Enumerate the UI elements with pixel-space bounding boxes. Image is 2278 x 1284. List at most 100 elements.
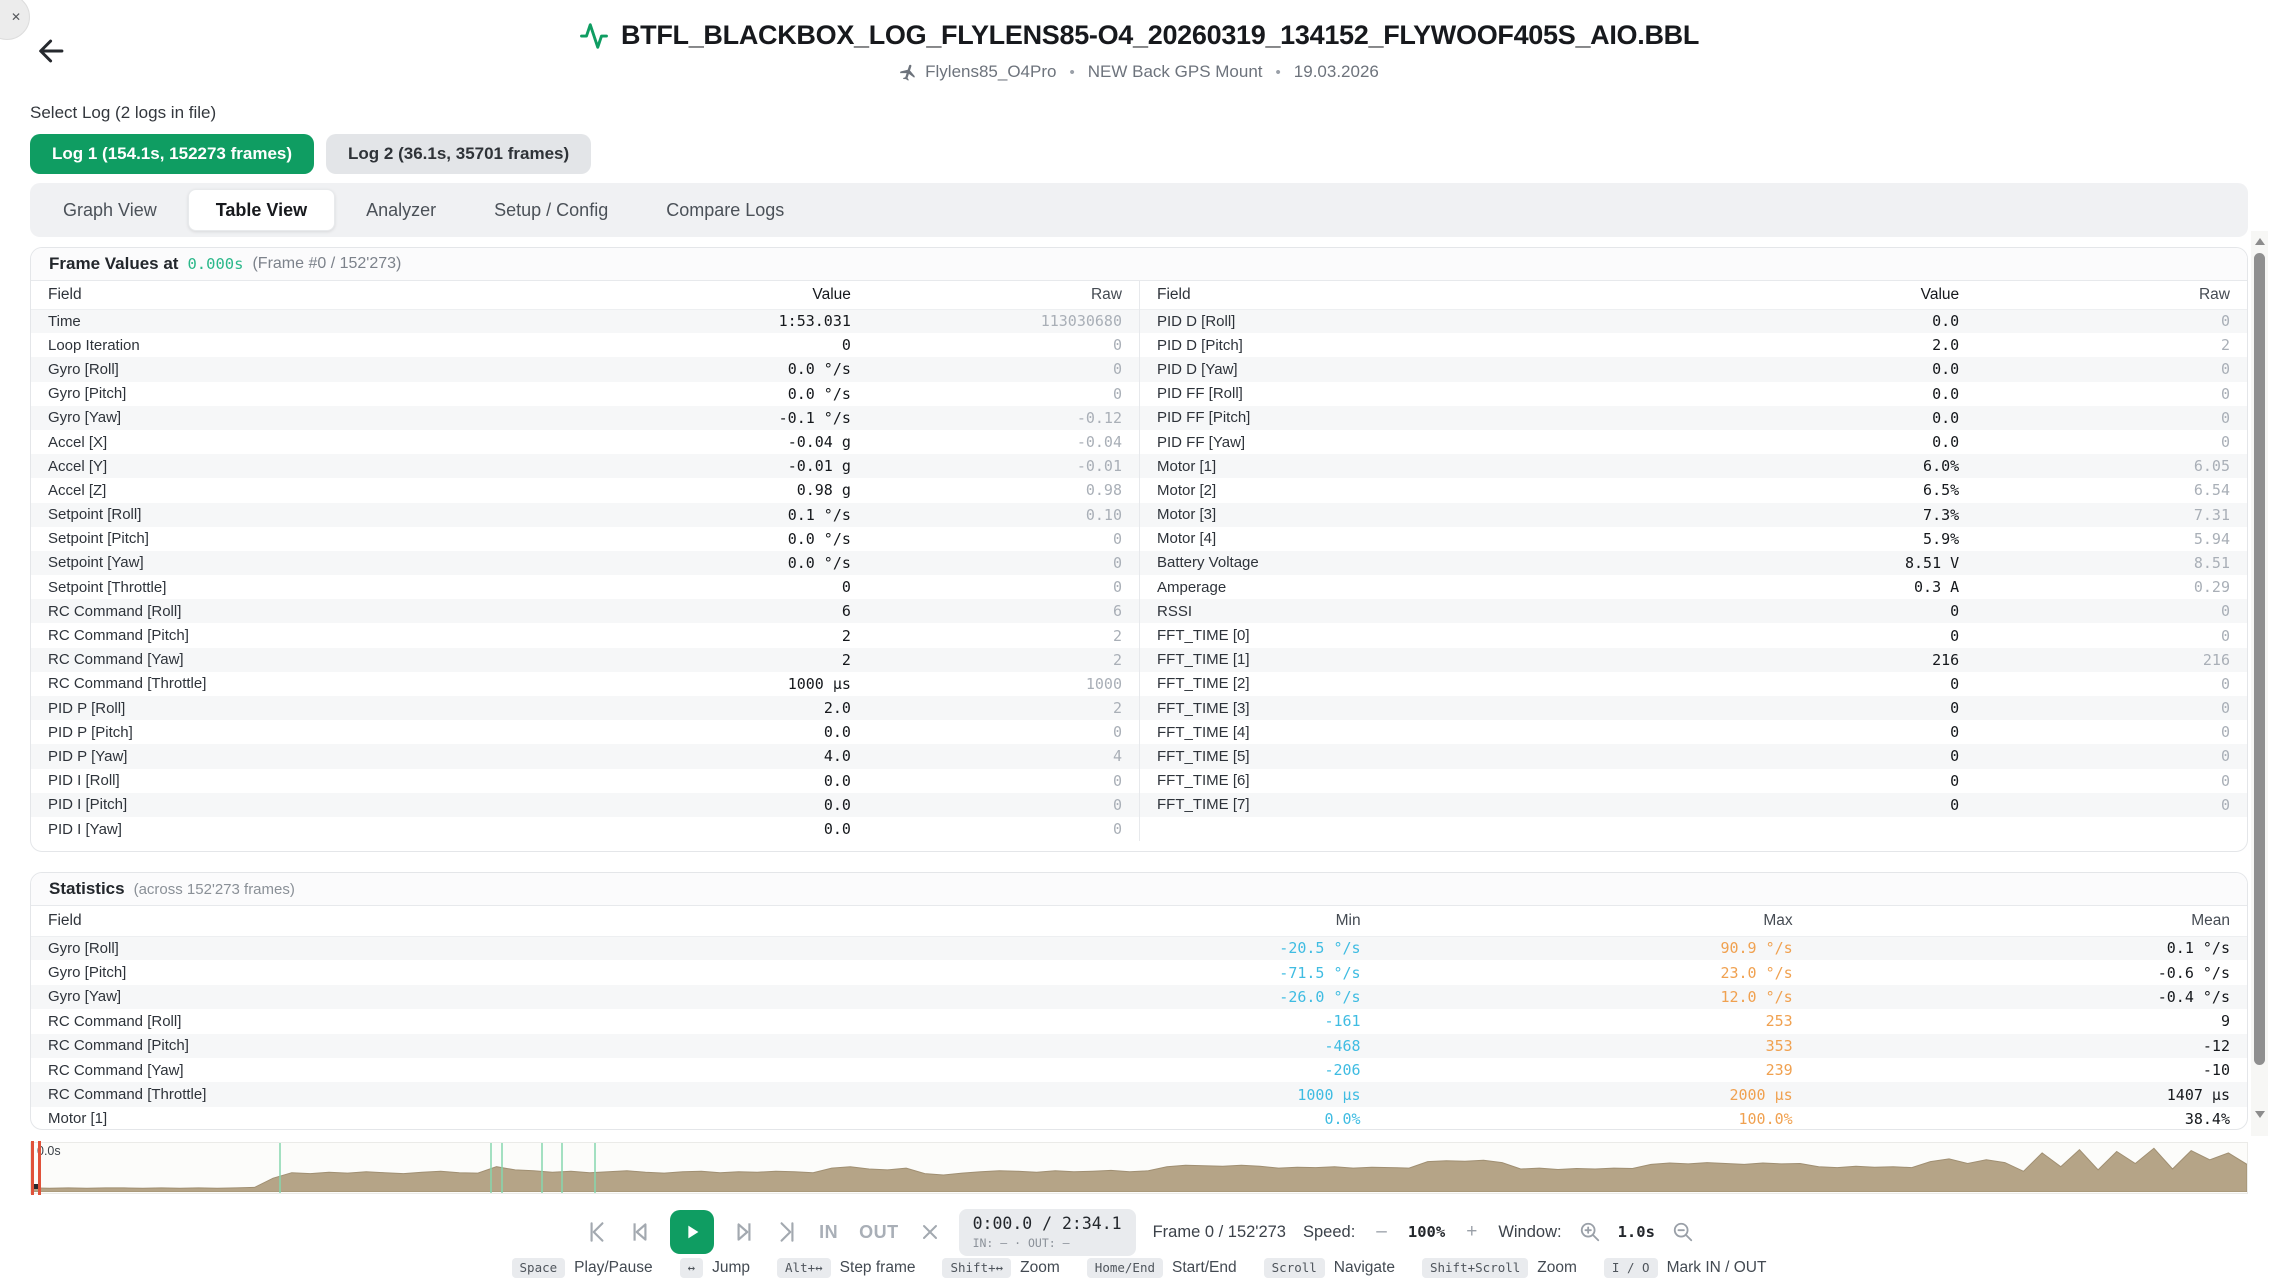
statistics-table: Field Min Max Mean Gyro [Roll] -20.5 °/s… xyxy=(31,906,2247,1130)
table-row: Gyro [Pitch] 0.0 °/s 0 xyxy=(31,382,1139,406)
statistics-subtitle: (across 152'273 frames) xyxy=(134,881,295,898)
shortcut-key: Space xyxy=(512,1258,566,1278)
mark-out-button[interactable]: OUT xyxy=(857,1222,901,1243)
shortcut-label: Step frame xyxy=(840,1259,916,1277)
table-row: Gyro [Yaw] -26.0 °/s 12.0 °/s -0.4 °/s xyxy=(31,985,2247,1009)
table-row: PID D [Pitch] 2.0 2 xyxy=(1140,333,2247,357)
scrollbar-up-arrow[interactable] xyxy=(2251,233,2268,249)
column-header-max: Max xyxy=(1361,906,1793,936)
table-row: RC Command [Yaw] -206 239 -10 xyxy=(31,1058,2247,1082)
shortcut-key: Home/End xyxy=(1087,1258,1163,1278)
play-pause-button[interactable] xyxy=(670,1210,714,1254)
table-row: PID I [Pitch] 0.0 0 xyxy=(31,793,1139,817)
table-row: Motor [1] 0.0% 100.0% 38.4% xyxy=(31,1107,2247,1130)
window-zoom-out-button[interactable] xyxy=(1672,1221,1694,1243)
table-row: PID FF [Roll] 0.0 0 xyxy=(1140,382,2247,406)
table-row: FFT_TIME [0] 0 0 xyxy=(1140,623,2247,647)
playhead[interactable] xyxy=(31,1141,41,1195)
table-row: Setpoint [Pitch] 0.0 °/s 0 xyxy=(31,527,1139,551)
table-row: RC Command [Throttle] 1000 µs 1000 xyxy=(31,672,1139,696)
time-position: 0:00.0 / 2:34.1 xyxy=(973,1214,1122,1233)
table-row: RC Command [Pitch] 2 2 xyxy=(31,623,1139,647)
table-row: Accel [Y] -0.01 g -0.01 xyxy=(31,454,1139,478)
window-zoom-in-button[interactable] xyxy=(1579,1221,1601,1243)
column-header-value: Value xyxy=(1694,281,1960,309)
tab-graph-view[interactable]: Graph View xyxy=(36,189,184,231)
scrollbar-thumb[interactable] xyxy=(2254,253,2265,1065)
drone-icon xyxy=(897,60,921,84)
tab-analyzer[interactable]: Analyzer xyxy=(339,189,463,231)
table-row: Motor [2] 6.5% 6.54 xyxy=(1140,478,2247,502)
table-row: PID P [Roll] 2.0 2 xyxy=(31,696,1139,720)
timeline-event-marker xyxy=(594,1143,596,1193)
column-header-field: Field xyxy=(1140,281,1694,309)
table-row: PID I [Yaw] 0.0 0 xyxy=(31,817,1139,841)
tab-label: Compare Logs xyxy=(666,200,784,220)
shortcut-key: I / O xyxy=(1604,1258,1658,1278)
table-row: FFT_TIME [1] 216 216 xyxy=(1140,648,2247,672)
shortcut-key: Alt+↔ xyxy=(777,1258,831,1278)
table-row: Time 1:53.031 113030680 xyxy=(31,309,1139,333)
shortcut-key: Shift+Scroll xyxy=(1422,1258,1528,1278)
table-row: Accel [Z] 0.98 g 0.98 xyxy=(31,478,1139,502)
speed-decrease-button[interactable]: – xyxy=(1372,1221,1391,1243)
table-row: Setpoint [Yaw] 0.0 °/s 0 xyxy=(31,551,1139,575)
speed-value: 100% xyxy=(1408,1223,1445,1241)
timeline-event-marker xyxy=(561,1143,563,1193)
timeline-scrubber[interactable]: 0.0s xyxy=(30,1142,2248,1194)
window-value: 1.0s xyxy=(1618,1223,1655,1241)
shortcut-key: Shift+↔ xyxy=(942,1258,1011,1278)
statistics-panel: Statistics (across 152'273 frames) Field… xyxy=(30,872,2248,1130)
tab-table-view[interactable]: Table View xyxy=(188,189,335,231)
table-row: RC Command [Pitch] -468 353 -12 xyxy=(31,1034,2247,1058)
log-1-button[interactable]: Log 1 (154.1s, 152273 frames) xyxy=(30,134,314,174)
tab-compare-logs[interactable]: Compare Logs xyxy=(639,189,811,231)
table-row: FFT_TIME [5] 0 0 xyxy=(1140,744,2247,768)
page-header: BTFL_BLACKBOX_LOG_FLYLENS85-O4_20260319_… xyxy=(0,20,2278,82)
table-row: RC Command [Throttle] 1000 µs 2000 µs 14… xyxy=(31,1082,2247,1106)
playback-controls: IN OUT 0:00.0 / 2:34.1 IN: – · OUT: – Fr… xyxy=(0,1208,2278,1256)
skip-end-icon xyxy=(774,1219,800,1245)
shortcut-label: Navigate xyxy=(1334,1259,1395,1277)
step-forward-icon xyxy=(731,1219,757,1245)
table-row: FFT_TIME [3] 0 0 xyxy=(1140,696,2247,720)
table-row: FFT_TIME [4] 0 0 xyxy=(1140,720,2247,744)
table-row: Amperage 0.3 A 0.29 xyxy=(1140,575,2247,599)
skip-start-icon xyxy=(584,1219,610,1245)
shortcut-hint: Home/End Start/End xyxy=(1087,1258,1237,1278)
table-row: RC Command [Yaw] 2 2 xyxy=(31,648,1139,672)
statistics-header: Statistics (across 152'273 frames) xyxy=(31,873,2247,906)
shortcut-label: Start/End xyxy=(1172,1259,1237,1277)
shortcut-hint: Alt+↔ Step frame xyxy=(777,1258,915,1278)
shortcut-key: ↔ xyxy=(680,1258,704,1278)
scrollbar-down-arrow[interactable] xyxy=(2251,1106,2268,1122)
shortcut-hint: Scroll Navigate xyxy=(1264,1258,1395,1278)
frame-values-panel: Frame Values at 0.000s (Frame #0 / 152'2… xyxy=(30,247,2248,852)
timeline-event-marker xyxy=(490,1143,492,1193)
mark-in-button[interactable]: IN xyxy=(817,1222,840,1243)
shortcut-label: Zoom xyxy=(1020,1259,1060,1277)
log-2-button[interactable]: Log 2 (36.1s, 35701 frames) xyxy=(326,134,591,174)
speed-increase-button[interactable]: + xyxy=(1462,1221,1481,1243)
time-display: 0:00.0 / 2:34.1 IN: – · OUT: – xyxy=(959,1209,1136,1256)
step-forward-button[interactable] xyxy=(731,1219,757,1245)
skip-to-start-button[interactable] xyxy=(584,1219,610,1245)
step-back-button[interactable] xyxy=(627,1219,653,1245)
column-header-field: Field xyxy=(31,906,629,936)
table-row: Motor [4] 5.9% 5.94 xyxy=(1140,527,2247,551)
table-row: PID D [Roll] 0.0 0 xyxy=(1140,309,2247,333)
log-meta: Flylens85_O4Pro • NEW Back GPS Mount • 1… xyxy=(0,62,2278,82)
vertical-scrollbar[interactable] xyxy=(2251,231,2268,1136)
column-header-min: Min xyxy=(629,906,1360,936)
tab-setup-config[interactable]: Setup / Config xyxy=(467,189,635,231)
skip-to-end-button[interactable] xyxy=(774,1219,800,1245)
table-row: Setpoint [Roll] 0.1 °/s 0.10 xyxy=(31,503,1139,527)
timeline-event-marker xyxy=(501,1143,503,1193)
clear-in-out-button[interactable] xyxy=(918,1220,942,1244)
separator-dot: • xyxy=(1069,64,1074,81)
table-row: PID P [Pitch] 0.0 0 xyxy=(31,720,1139,744)
close-icon xyxy=(918,1220,942,1244)
column-header-field: Field xyxy=(31,281,585,309)
column-header-mean: Mean xyxy=(1793,906,2247,936)
keyboard-shortcuts-bar: Space Play/Pause ↔ Jump Alt+↔ Step frame… xyxy=(0,1258,2278,1278)
